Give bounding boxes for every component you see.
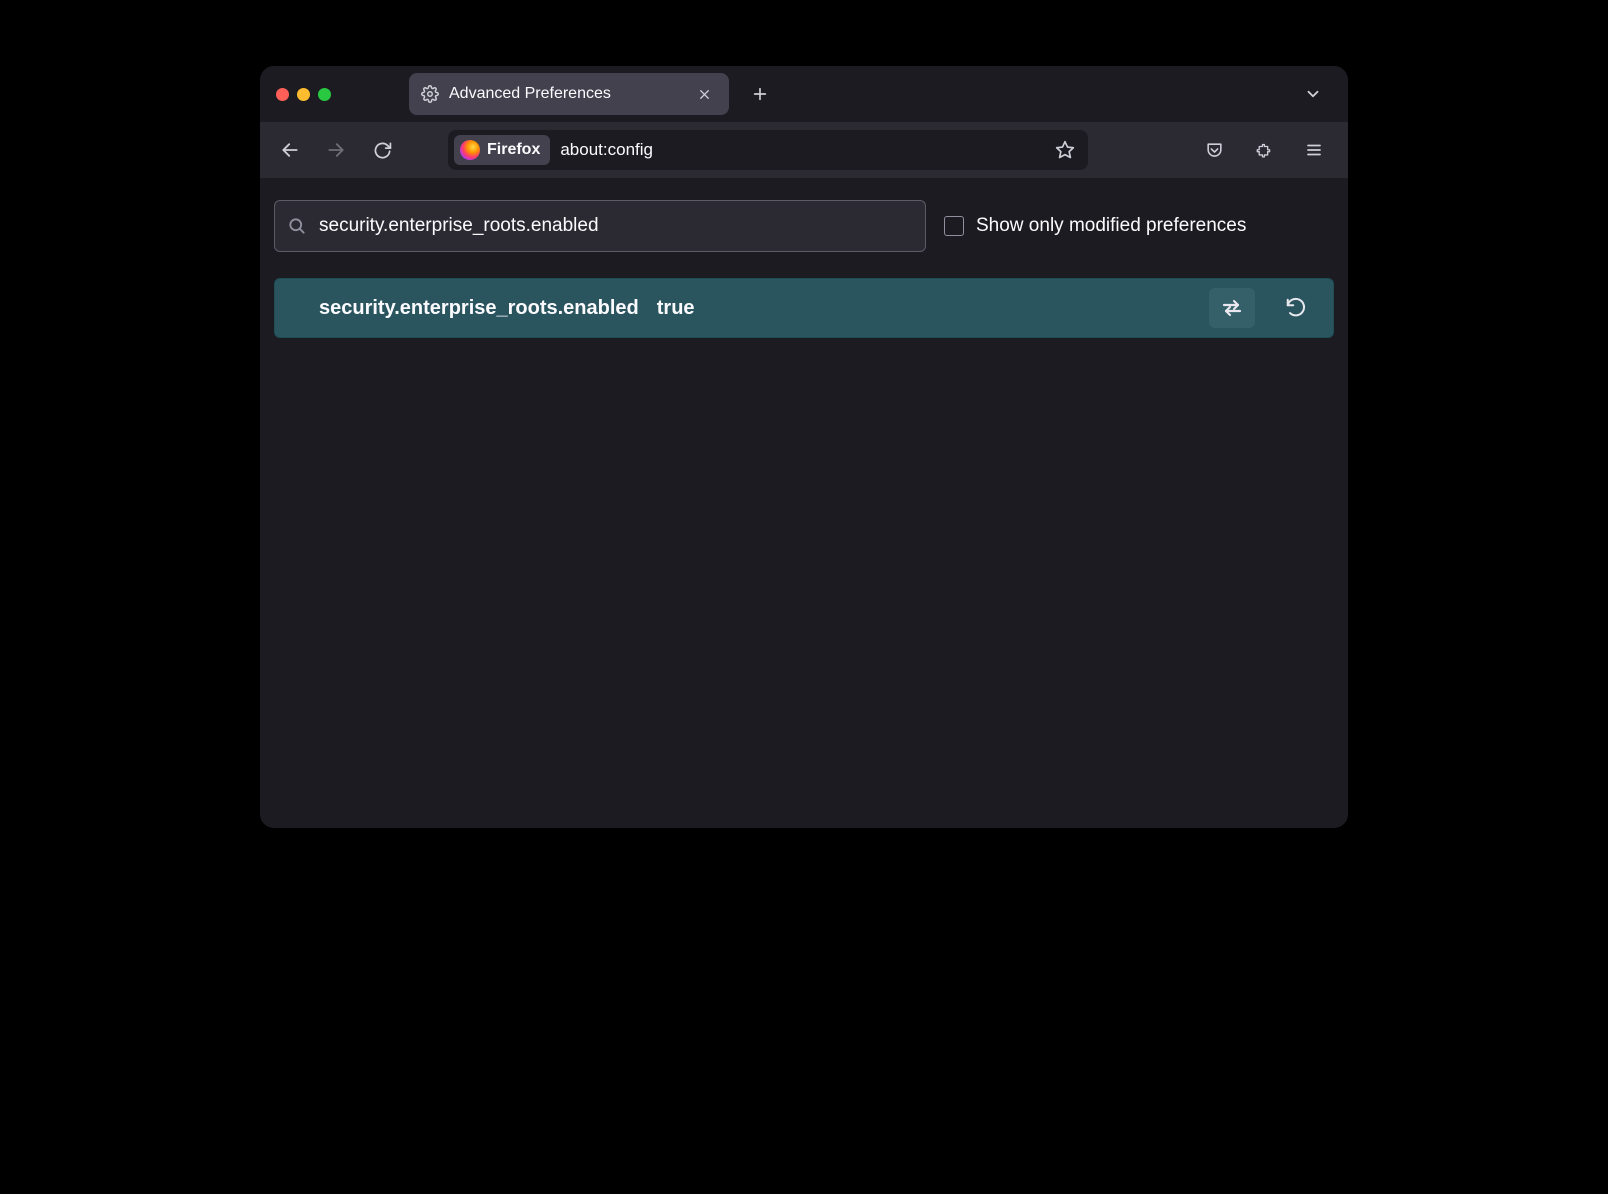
- forward-button[interactable]: [316, 130, 356, 170]
- list-all-tabs-button[interactable]: [1296, 77, 1330, 111]
- window-minimize-button[interactable]: [297, 88, 310, 101]
- toggle-button[interactable]: [1209, 288, 1255, 328]
- preference-name: security.enterprise_roots.enabled: [319, 297, 639, 320]
- bookmark-star-button[interactable]: [1048, 133, 1082, 167]
- back-button[interactable]: [270, 130, 310, 170]
- preference-actions: [1209, 288, 1319, 328]
- window-controls: [276, 88, 331, 101]
- tab-advanced-preferences[interactable]: Advanced Preferences: [409, 73, 729, 115]
- search-row: Show only modified preferences: [274, 200, 1334, 252]
- toolbar-right: [1194, 130, 1338, 170]
- url-bar[interactable]: Firefox about:config: [448, 130, 1088, 170]
- preference-row[interactable]: security.enterprise_roots.enabled true: [274, 278, 1334, 338]
- extensions-button[interactable]: [1244, 130, 1284, 170]
- reload-button[interactable]: [362, 130, 402, 170]
- window-zoom-button[interactable]: [318, 88, 331, 101]
- reset-button[interactable]: [1273, 288, 1319, 328]
- identity-box[interactable]: Firefox: [454, 135, 550, 165]
- window-close-button[interactable]: [276, 88, 289, 101]
- url-text: about:config: [560, 140, 1048, 160]
- new-tab-button[interactable]: [743, 77, 777, 111]
- tab-strip: Advanced Preferences: [357, 66, 1288, 122]
- show-only-modified-toggle[interactable]: Show only modified preferences: [944, 215, 1246, 237]
- pocket-button[interactable]: [1194, 130, 1234, 170]
- firefox-icon: [460, 140, 480, 160]
- navigation-toolbar: Firefox about:config: [260, 122, 1348, 178]
- tab-close-button[interactable]: [691, 81, 717, 107]
- preference-search-input[interactable]: [319, 215, 913, 237]
- identity-label: Firefox: [487, 141, 540, 159]
- show-only-modified-label: Show only modified preferences: [976, 215, 1246, 237]
- gear-icon: [421, 85, 439, 103]
- page-content: Show only modified preferences security.…: [260, 178, 1348, 828]
- swap-icon: [1220, 296, 1244, 320]
- app-menu-button[interactable]: [1294, 130, 1334, 170]
- preference-search-box[interactable]: [274, 200, 926, 252]
- titlebar: Advanced Preferences: [260, 66, 1348, 122]
- checkbox-icon: [944, 216, 964, 236]
- search-icon: [287, 216, 307, 236]
- reset-icon: [1285, 297, 1307, 319]
- preference-value: true: [657, 297, 695, 320]
- browser-window: Advanced Preferences: [260, 66, 1348, 828]
- titlebar-right: [1296, 77, 1336, 111]
- tab-title: Advanced Preferences: [449, 85, 681, 103]
